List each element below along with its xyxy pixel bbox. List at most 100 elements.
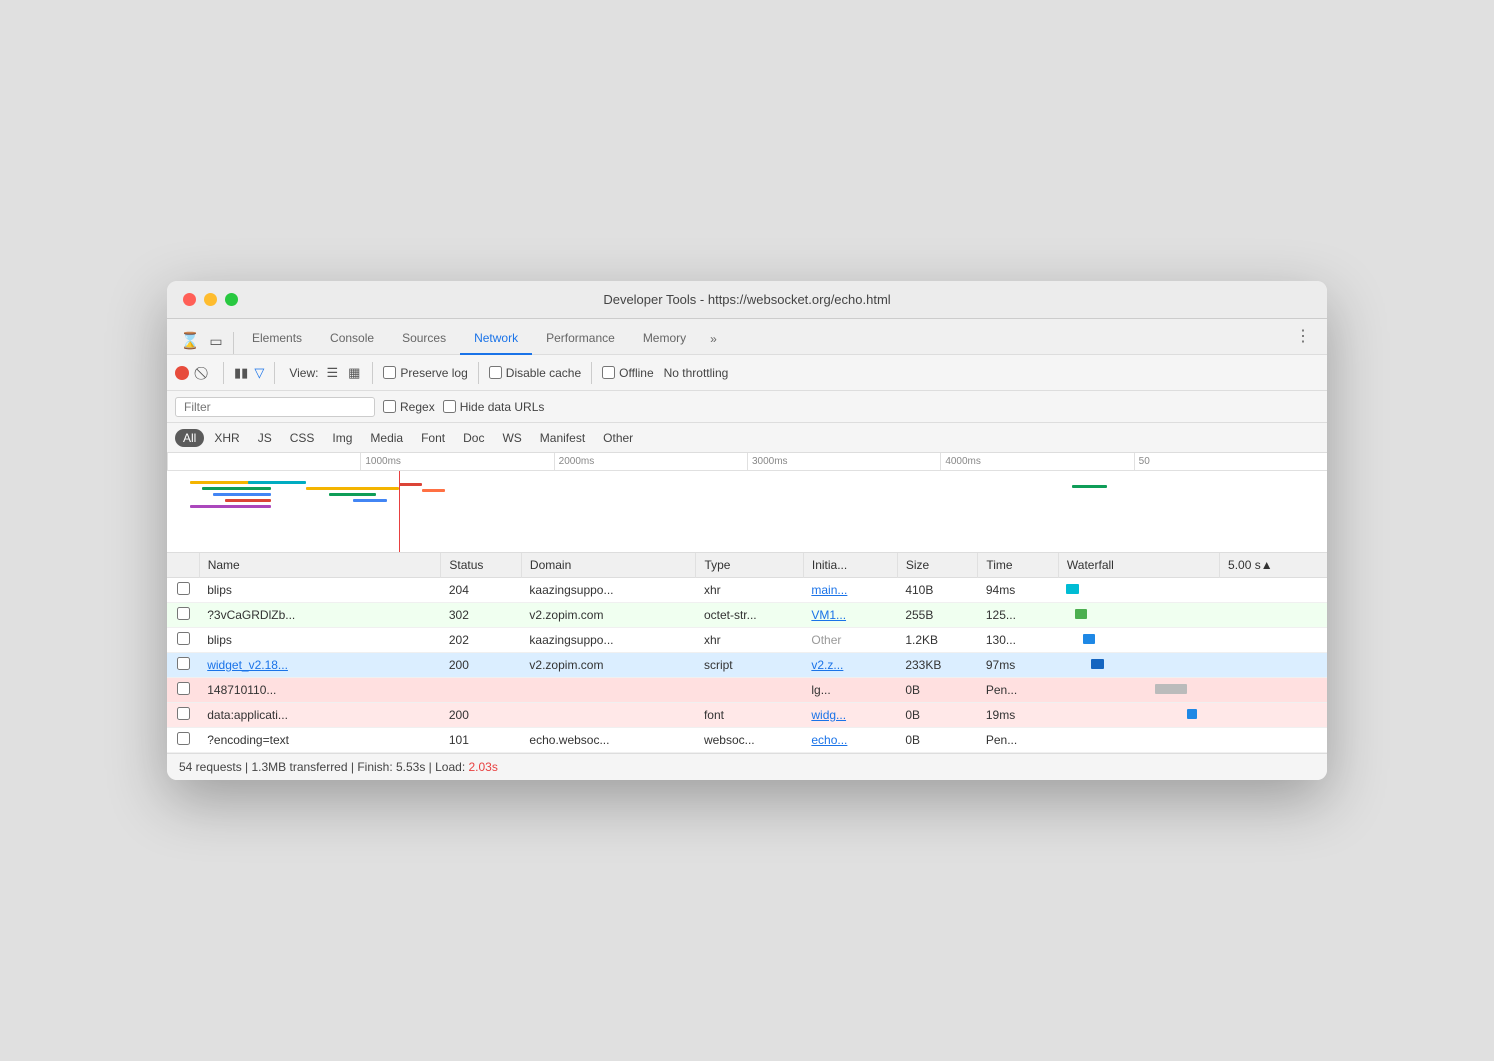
network-table: Name Status Domain Type Initia... Size T… <box>167 553 1327 753</box>
row-size: 255B <box>897 603 978 628</box>
filter-type-manifest[interactable]: Manifest <box>532 429 593 447</box>
row-type: xhr <box>696 578 803 603</box>
row-checkbox[interactable] <box>167 678 199 703</box>
row-initiator: widg... <box>803 703 897 728</box>
filter-type-media[interactable]: Media <box>362 429 411 447</box>
tab-elements[interactable]: Elements <box>238 323 316 355</box>
row-waterfall <box>1058 578 1219 603</box>
tab-network[interactable]: Network <box>460 323 532 355</box>
row-waterfall <box>1058 628 1219 653</box>
row-checkbox[interactable] <box>167 703 199 728</box>
row-name: blips <box>199 628 441 653</box>
traffic-lights <box>183 293 238 306</box>
row-waterfall-vis <box>1220 603 1327 628</box>
network-toolbar: ⃠ ▮▮ ▽ View: ☰ ▦ Preserve log Disable ca… <box>167 355 1327 391</box>
table-row[interactable]: ?3vCaGRDlZb... 302 v2.zopim.com octet-st… <box>167 603 1327 628</box>
row-type: script <box>696 653 803 678</box>
tab-console[interactable]: Console <box>316 323 388 355</box>
row-checkbox[interactable] <box>167 628 199 653</box>
offline-checkbox[interactable]: Offline <box>602 366 653 380</box>
row-waterfall <box>1058 603 1219 628</box>
waterfall-view-icon[interactable]: ▦ <box>348 365 360 381</box>
inspect-icon[interactable]: ⌛ <box>177 328 203 354</box>
col-time[interactable]: Time <box>978 553 1059 578</box>
row-waterfall-vis <box>1220 703 1327 728</box>
filter-type-font[interactable]: Font <box>413 429 453 447</box>
row-initiator: v2.z... <box>803 653 897 678</box>
table-row[interactable]: blips 202 kaazingsuppo... xhr Other 1.2K… <box>167 628 1327 653</box>
row-time: 19ms <box>978 703 1059 728</box>
filter-type-xhr[interactable]: XHR <box>206 429 247 447</box>
toolbar-divider-4 <box>478 362 479 384</box>
filter-input[interactable] <box>175 397 375 417</box>
filter-type-js[interactable]: JS <box>250 429 280 447</box>
disable-cache-checkbox[interactable]: Disable cache <box>489 366 581 380</box>
throttle-label: No throttling <box>664 366 729 380</box>
row-checkbox[interactable] <box>167 728 199 753</box>
timeline-area: 1000ms 2000ms 3000ms 4000ms 50 <box>167 453 1327 553</box>
filter-type-other[interactable]: Other <box>595 429 641 447</box>
tab-menu[interactable]: ⋮ <box>1289 318 1317 354</box>
col-waterfall[interactable]: Waterfall <box>1058 553 1219 578</box>
col-type[interactable]: Type <box>696 553 803 578</box>
clear-button[interactable]: ⃠ <box>195 364 213 382</box>
table-row[interactable]: 148710110... lg... 0B Pen... <box>167 678 1327 703</box>
row-status: 302 <box>441 603 522 628</box>
filter-type-doc[interactable]: Doc <box>455 429 492 447</box>
row-type: font <box>696 703 803 728</box>
close-button[interactable] <box>183 293 196 306</box>
preserve-log-checkbox[interactable]: Preserve log <box>383 366 467 380</box>
col-name[interactable]: Name <box>199 553 441 578</box>
row-checkbox[interactable] <box>167 653 199 678</box>
record-button[interactable] <box>175 366 189 380</box>
row-checkbox[interactable] <box>167 603 199 628</box>
regex-checkbox[interactable]: Regex <box>383 400 435 414</box>
row-waterfall-vis <box>1220 578 1327 603</box>
tab-memory[interactable]: Memory <box>629 323 700 355</box>
hide-data-urls-checkbox[interactable]: Hide data URLs <box>443 400 545 414</box>
row-time: 94ms <box>978 578 1059 603</box>
tab-performance[interactable]: Performance <box>532 323 629 355</box>
list-view-icon[interactable]: ☰ <box>326 365 338 381</box>
view-label: View: <box>289 366 318 380</box>
col-initiator[interactable]: Initia... <box>803 553 897 578</box>
tab-more[interactable]: » <box>700 324 727 354</box>
row-waterfall <box>1058 678 1219 703</box>
row-waterfall-vis <box>1220 628 1327 653</box>
ruler-mark-2000: 2000ms <box>554 453 747 470</box>
timeline-ruler: 1000ms 2000ms 3000ms 4000ms 50 <box>167 453 1327 471</box>
row-checkbox[interactable] <box>167 578 199 603</box>
filter-type-bar: All XHR JS CSS Img Media Font Doc WS Man… <box>167 423 1327 453</box>
table-row[interactable]: blips 204 kaazingsuppo... xhr main... 41… <box>167 578 1327 603</box>
filter-type-img[interactable]: Img <box>324 429 360 447</box>
row-size: 1.2KB <box>897 628 978 653</box>
table-row[interactable]: data:applicati... 200 font widg... 0B 19… <box>167 703 1327 728</box>
filter-icon[interactable]: ▽ <box>254 365 264 381</box>
tab-sources[interactable]: Sources <box>388 323 460 355</box>
row-waterfall-vis <box>1220 728 1327 753</box>
row-waterfall <box>1058 653 1219 678</box>
row-time: Pen... <box>978 678 1059 703</box>
table-row[interactable]: ?encoding=text 101 echo.websoc... websoc… <box>167 728 1327 753</box>
maximize-button[interactable] <box>225 293 238 306</box>
filter-bar: Regex Hide data URLs <box>167 391 1327 423</box>
col-size[interactable]: Size <box>897 553 978 578</box>
row-status: 204 <box>441 578 522 603</box>
tab-divider <box>233 332 234 354</box>
row-size: 0B <box>897 703 978 728</box>
col-waterfall-time: 5.00 s▲ <box>1220 553 1327 578</box>
status-text: 54 requests | 1.3MB transferred | Finish… <box>179 760 469 774</box>
filter-type-css[interactable]: CSS <box>282 429 323 447</box>
table-row[interactable]: widget_v2.18... 200 v2.zopim.com script … <box>167 653 1327 678</box>
minimize-button[interactable] <box>204 293 217 306</box>
col-status[interactable]: Status <box>441 553 522 578</box>
camera-icon[interactable]: ▮▮ <box>234 365 248 381</box>
filter-type-ws[interactable]: WS <box>494 429 529 447</box>
filter-type-all[interactable]: All <box>175 429 204 447</box>
col-domain[interactable]: Domain <box>521 553 696 578</box>
timeline-content <box>167 471 1327 552</box>
toolbar-divider-2 <box>274 362 275 384</box>
table-header-row: Name Status Domain Type Initia... Size T… <box>167 553 1327 578</box>
device-icon[interactable]: ▭ <box>203 328 229 354</box>
row-type: xhr <box>696 628 803 653</box>
